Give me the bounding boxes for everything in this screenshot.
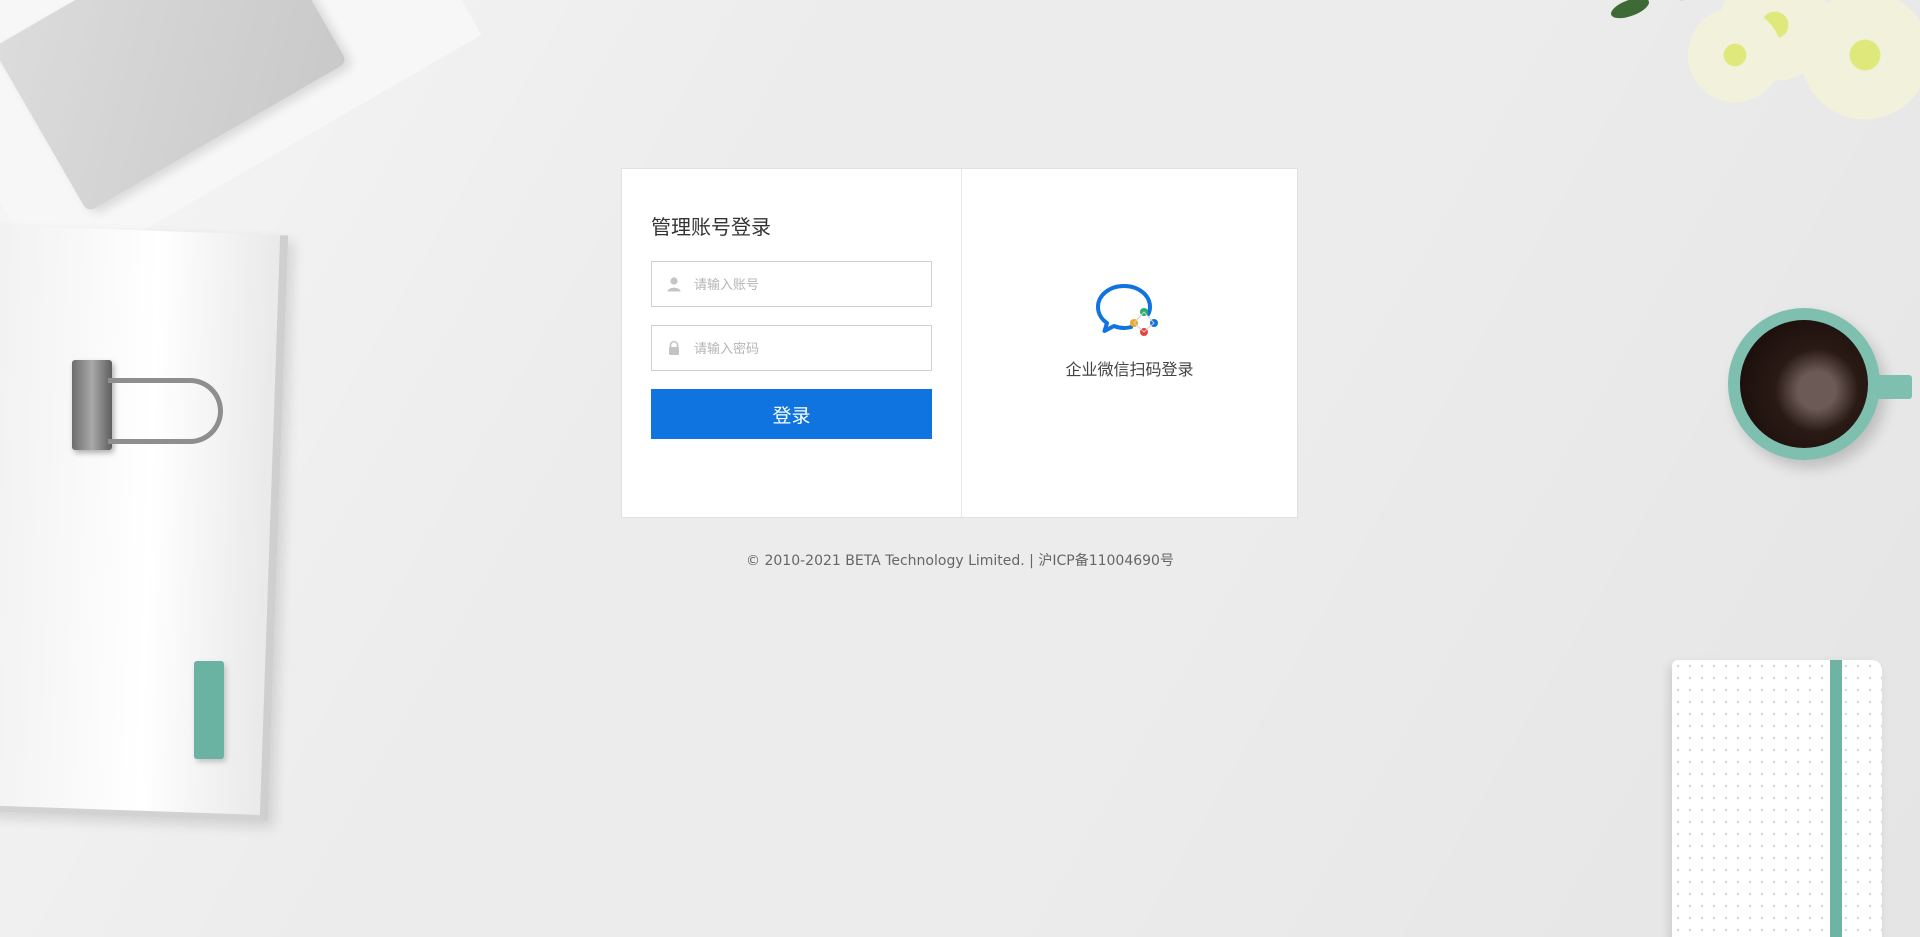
login-button[interactable]: 登录 <box>651 389 932 439</box>
flowers-decoration <box>1590 0 1920 140</box>
password-field[interactable] <box>651 325 932 372</box>
eraser-decoration <box>194 661 224 759</box>
notebook-decoration <box>1672 660 1882 937</box>
coffee-cup-decoration <box>1728 308 1880 460</box>
user-icon <box>667 277 681 292</box>
binder-decoration <box>0 224 289 822</box>
wechat-work-login-panel[interactable]: 企业微信扫码登录 <box>962 169 1297 517</box>
login-title: 管理账号登录 <box>651 215 771 239</box>
coffee-cup-handle-decoration <box>1876 375 1912 399</box>
notebook-band-decoration <box>1830 660 1842 937</box>
footer-copyright: © 2010-2021 BETA Technology Limited. | 沪… <box>746 553 1174 569</box>
wework-logo-icon[interactable] <box>1094 282 1166 344</box>
username-field[interactable] <box>651 261 932 308</box>
login-card: 管理账号登录 登录 企业微信扫码登录 <box>621 168 1298 518</box>
account-login-panel: 管理账号登录 登录 <box>622 169 962 517</box>
password-input[interactable] <box>692 326 926 372</box>
username-input[interactable] <box>692 262 926 308</box>
binder-clip-wire-decoration <box>108 378 223 444</box>
binder-clip-decoration <box>72 360 112 450</box>
lock-icon <box>669 340 679 355</box>
wechat-work-login-label[interactable]: 企业微信扫码登录 <box>1065 356 1193 380</box>
